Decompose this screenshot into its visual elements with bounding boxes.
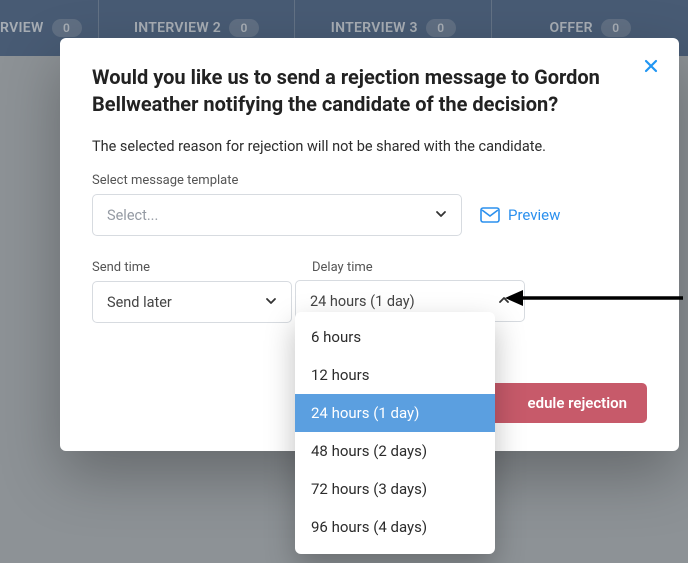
delay-option[interactable]: 96 hours (4 days) [295, 508, 495, 546]
send-time-select[interactable]: Send later [92, 281, 292, 323]
chevron-down-icon [435, 207, 447, 224]
template-label: Select message template [92, 173, 647, 188]
chevron-up-icon [498, 293, 510, 310]
close-button[interactable] [637, 52, 665, 80]
send-time-value: Send later [107, 294, 172, 311]
mail-icon [480, 207, 500, 223]
send-time-label: Send time [92, 260, 292, 275]
delay-option[interactable]: 48 hours (2 days) [295, 432, 495, 470]
preview-link[interactable]: Preview [480, 206, 560, 224]
delay-time-dropdown[interactable]: 6 hours12 hours24 hours (1 day)48 hours … [295, 312, 495, 554]
delay-option[interactable]: 72 hours (3 days) [295, 470, 495, 508]
delay-time-label: Delay time [312, 260, 512, 275]
delay-time-value: 24 hours (1 day) [310, 293, 415, 310]
delay-option[interactable]: 12 hours [295, 356, 495, 394]
modal-title: Would you like us to send a rejection me… [92, 64, 611, 118]
template-select[interactable]: Select... [92, 194, 462, 236]
preview-label: Preview [508, 206, 560, 224]
schedule-rejection-label: edule rejection [528, 394, 627, 412]
modal-note: The selected reason for rejection will n… [92, 138, 647, 155]
template-select-placeholder: Select... [107, 207, 158, 224]
chevron-down-icon [265, 294, 277, 311]
delay-option[interactable]: 6 hours [295, 318, 495, 356]
close-icon [643, 58, 659, 74]
delay-option[interactable]: 24 hours (1 day) [295, 394, 495, 432]
schedule-rejection-button[interactable]: edule rejection [482, 383, 647, 423]
